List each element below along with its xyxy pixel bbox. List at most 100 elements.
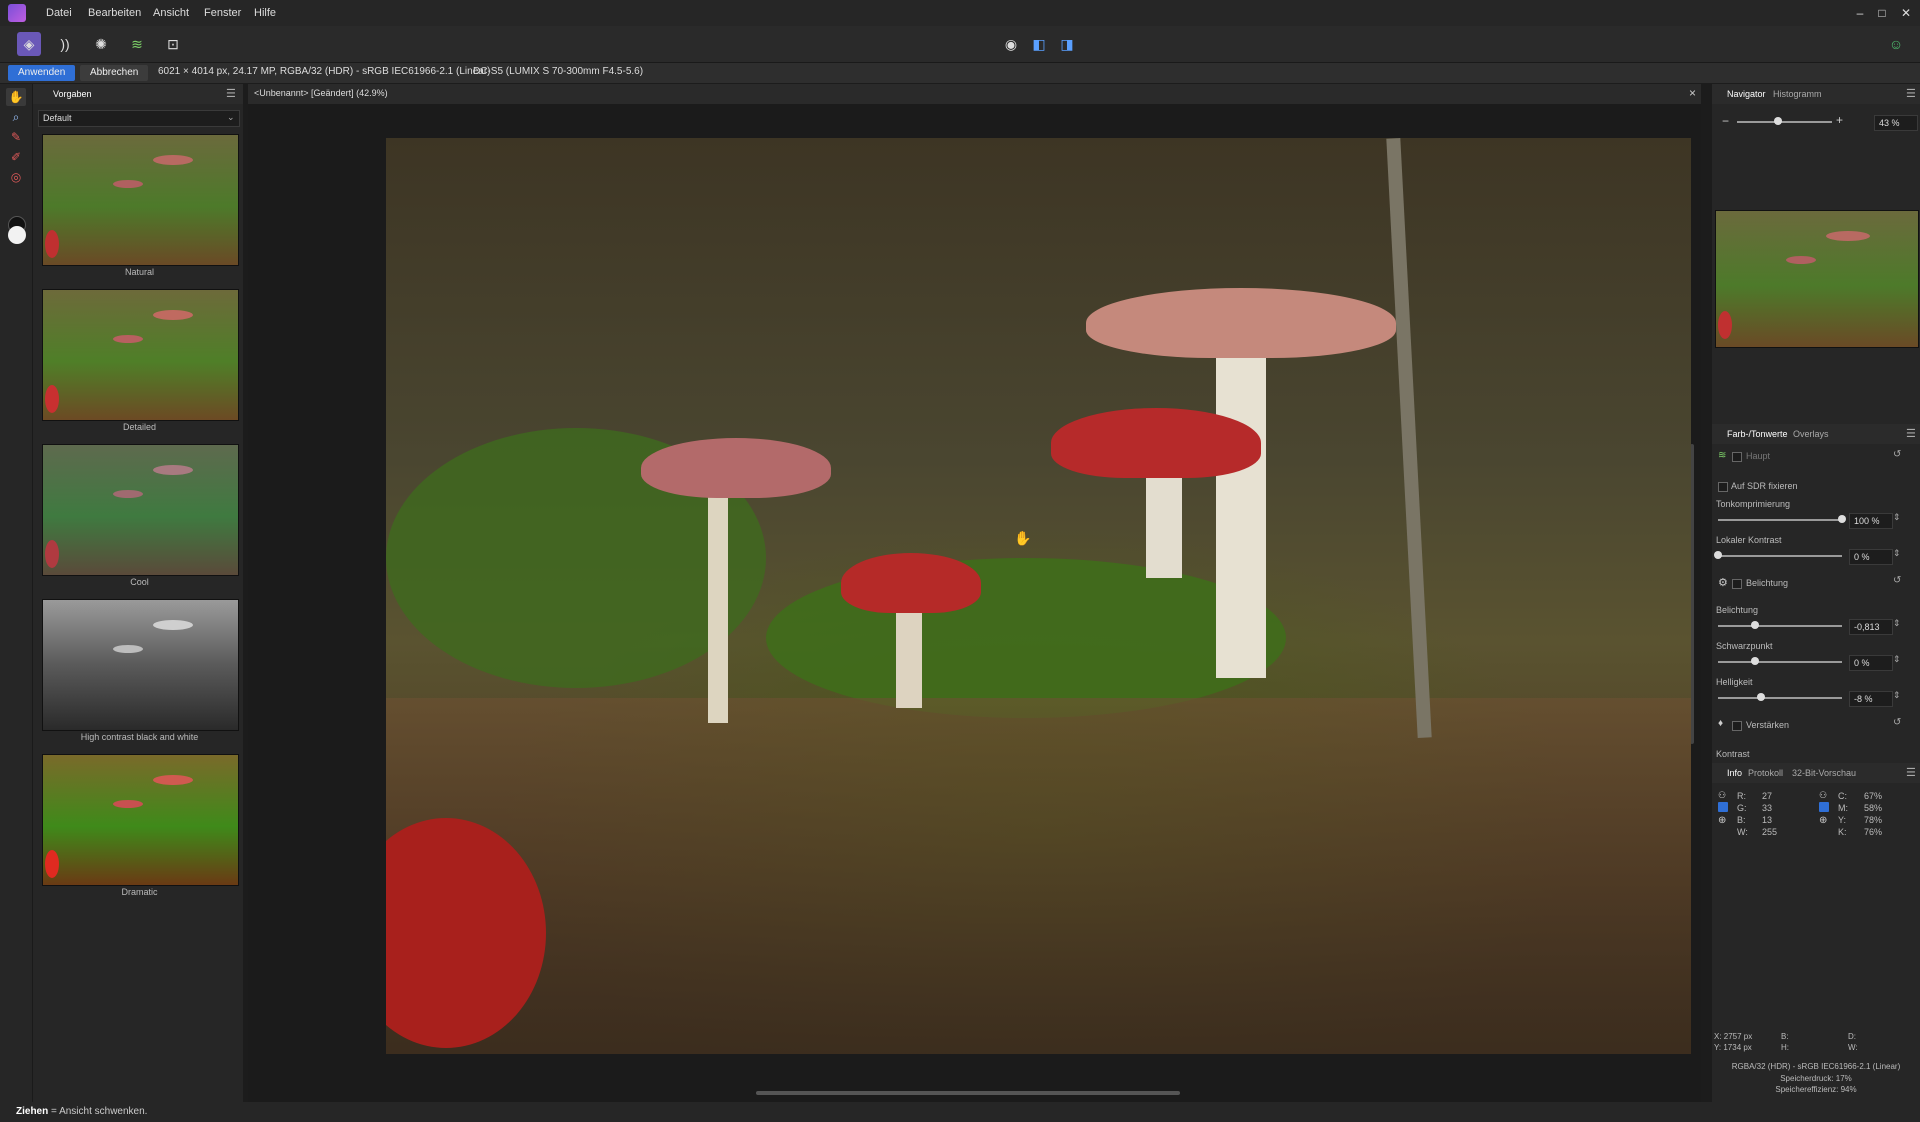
sdr-label: Auf SDR fixieren xyxy=(1731,481,1798,491)
preset-thumb-detailed[interactable] xyxy=(42,289,239,421)
panel-menu-icon[interactable]: ☰ xyxy=(226,87,236,100)
menu-fenster[interactable]: Fenster xyxy=(204,0,241,26)
zoom-slider[interactable] xyxy=(1737,121,1832,123)
app-logo-icon[interactable] xyxy=(8,4,26,22)
lokaler-kontrast-slider[interactable] xyxy=(1718,555,1842,557)
verstaerken-checkbox[interactable] xyxy=(1732,721,1742,731)
belichtung-checkbox[interactable] xyxy=(1732,579,1742,589)
preset-thumb-bw[interactable] xyxy=(42,599,239,731)
preset-thumb-dramatic[interactable] xyxy=(42,754,239,886)
menu-bar: Datei Bearbeiten Ansicht Fenster Hilfe –… xyxy=(0,0,1920,26)
export-persona-icon[interactable]: ⊡ xyxy=(161,32,185,56)
tonkompression-value[interactable]: 100 % xyxy=(1849,513,1893,529)
preset-dropdown[interactable]: Default ⌄ xyxy=(38,110,240,127)
pointer-icon[interactable] xyxy=(1819,802,1829,812)
info-k-value: 76% xyxy=(1864,827,1883,837)
tab-overlays[interactable]: Overlays xyxy=(1793,424,1829,444)
cancel-button[interactable]: Abbrechen xyxy=(80,65,149,81)
crosshair-icon[interactable]: ⊕ xyxy=(1819,815,1827,826)
apply-button[interactable]: Anwenden xyxy=(8,65,76,81)
document-tabbar: <Unbenannt> [Geändert] (42.9%) × xyxy=(248,84,1701,104)
panel-menu-icon[interactable]: ☰ xyxy=(1906,766,1916,779)
tab-navigator[interactable]: Navigator xyxy=(1727,84,1766,104)
liquify-persona-icon[interactable]: )) xyxy=(53,32,77,56)
tab-info[interactable]: Info xyxy=(1727,763,1742,783)
belichtung-value[interactable]: -0,813 xyxy=(1849,619,1893,635)
belichtung-slider[interactable] xyxy=(1718,625,1842,627)
schwarzpunkt-slider[interactable] xyxy=(1718,661,1842,663)
close-window-button[interactable]: ✕ xyxy=(1896,3,1916,23)
info-footer-efficiency: Speichereffizienz: 94% xyxy=(1775,1085,1857,1094)
erase-tool-icon[interactable]: ✐ xyxy=(6,148,26,166)
photo-canvas[interactable]: ✋ xyxy=(386,138,1691,1054)
helligkeit-value[interactable]: -8 % xyxy=(1849,691,1893,707)
menu-bearbeiten[interactable]: Bearbeiten xyxy=(88,0,141,26)
brush-tool-icon[interactable]: ✎ xyxy=(6,128,26,146)
lokaler-kontrast-value[interactable]: 0 % xyxy=(1849,549,1893,565)
tab-32bit-vorschau[interactable]: 32-Bit-Vorschau xyxy=(1792,763,1856,783)
zoom-value[interactable]: 43 % xyxy=(1874,115,1918,131)
crosshair-icon[interactable]: ⊕ xyxy=(1718,815,1726,826)
info-w-value: 255 xyxy=(1762,827,1778,837)
tab-vorgaben[interactable]: Vorgaben xyxy=(53,84,92,104)
sampler-icon[interactable]: ⚇ xyxy=(1819,790,1827,801)
info-y-value: 78% xyxy=(1864,815,1883,825)
zoom-out-icon[interactable]: − xyxy=(1722,114,1729,128)
lokaler-kontrast-knob[interactable] xyxy=(1714,551,1722,559)
menu-hilfe[interactable]: Hilfe xyxy=(254,0,276,26)
account-icon[interactable]: ☺ xyxy=(1884,32,1908,56)
menu-ansicht[interactable]: Ansicht xyxy=(153,0,189,26)
preset-thumb-natural[interactable] xyxy=(42,134,239,266)
info-r-label: R: xyxy=(1737,791,1746,801)
develop-persona-icon[interactable]: ✺ xyxy=(89,32,113,56)
tonkompression-slider[interactable] xyxy=(1718,519,1842,521)
reset-icon[interactable]: ↺ xyxy=(1893,449,1901,460)
zoom-slider-knob[interactable] xyxy=(1773,117,1782,125)
photo-persona-icon[interactable]: ◈ xyxy=(17,32,41,56)
close-document-button[interactable]: × xyxy=(1689,86,1696,100)
tab-farb-tonwerte[interactable]: Farb-/Tonwerte xyxy=(1727,424,1788,444)
maximize-button[interactable]: □ xyxy=(1872,3,1892,23)
gradient-tool-icon[interactable]: ◎ xyxy=(6,168,26,186)
preset-thumb-cool[interactable] xyxy=(42,444,239,576)
tonkompression-knob[interactable] xyxy=(1838,515,1846,523)
mirror-view-icon[interactable]: ◨ xyxy=(1055,32,1079,56)
schwarzpunkt-knob[interactable] xyxy=(1751,657,1760,665)
presets-panel: Vorgaben ☰ Default ⌄ Natural Detailed Co… xyxy=(33,84,243,1102)
panel-menu-icon[interactable]: ☰ xyxy=(1906,87,1916,100)
minimize-button[interactable]: – xyxy=(1850,3,1870,23)
pointer-icon[interactable] xyxy=(1718,802,1728,812)
tab-protokoll[interactable]: Protokoll xyxy=(1748,763,1783,783)
panel-menu-icon[interactable]: ☰ xyxy=(1906,427,1916,440)
reset-icon[interactable]: ↺ xyxy=(1893,575,1901,586)
zoom-in-icon[interactable]: + xyxy=(1836,113,1843,127)
tab-histogramm[interactable]: Histogramm xyxy=(1773,84,1822,104)
stepper-icon[interactable]: ⇕ xyxy=(1893,548,1901,559)
stepper-icon[interactable]: ⇕ xyxy=(1893,690,1901,701)
horizontal-scrollbar[interactable] xyxy=(756,1091,1180,1095)
stepper-icon[interactable]: ⇕ xyxy=(1893,618,1901,629)
helligkeit-knob[interactable] xyxy=(1757,693,1766,701)
context-bar: Anwenden Abbrechen 6021 × 4014 px, 24.17… xyxy=(0,63,1920,83)
menu-datei[interactable]: Datei xyxy=(46,0,72,26)
haupt-checkbox[interactable] xyxy=(1732,452,1742,462)
sampler-icon[interactable]: ⚇ xyxy=(1718,790,1726,801)
info-w-label: W: xyxy=(1737,827,1748,837)
view-eye-icon[interactable]: ◉ xyxy=(999,32,1023,56)
reset-icon[interactable]: ↺ xyxy=(1893,717,1901,728)
split-view-icon[interactable]: ◧ xyxy=(1027,32,1051,56)
info-k-label: K: xyxy=(1838,827,1847,837)
zoom-tool-icon[interactable]: ⌕ xyxy=(6,108,26,126)
stepper-icon[interactable]: ⇕ xyxy=(1893,512,1901,523)
schwarzpunkt-value[interactable]: 0 % xyxy=(1849,655,1893,671)
stepper-icon[interactable]: ⇕ xyxy=(1893,654,1901,665)
sdr-checkbox[interactable] xyxy=(1718,482,1728,492)
tone-tabbar: Farb-/Tonwerte Overlays ☰ xyxy=(1712,424,1920,444)
hand-tool-icon[interactable]: ✋ xyxy=(6,88,26,106)
belichtung-knob[interactable] xyxy=(1751,621,1760,629)
document-tab[interactable]: <Unbenannt> [Geändert] (42.9%) xyxy=(254,88,388,98)
navigator-preview[interactable] xyxy=(1715,210,1919,348)
helligkeit-slider[interactable] xyxy=(1718,697,1842,699)
primary-color-swatch[interactable] xyxy=(8,226,26,244)
tone-mapping-persona-icon[interactable]: ≋ xyxy=(125,32,149,56)
